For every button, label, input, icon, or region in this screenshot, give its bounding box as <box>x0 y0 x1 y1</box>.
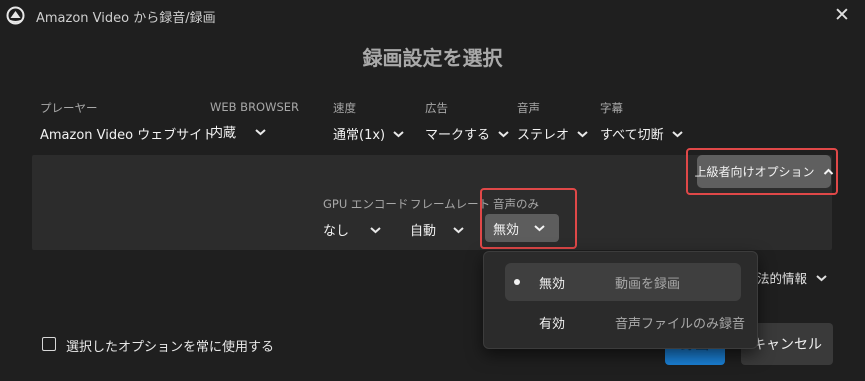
audio-only-select[interactable]: 無効 <box>485 214 559 242</box>
subtitles-select[interactable]: すべて切断 <box>600 124 684 143</box>
speed-select[interactable]: 通常(1x) <box>333 124 405 143</box>
option-ads[interactable]: 広告 マークする <box>425 100 510 143</box>
chevron-down-icon <box>392 130 405 138</box>
close-icon[interactable]: ✕ <box>830 3 854 27</box>
audio-only-dropdown: 無効 動画を録画 有効 音声ファイルのみ録音 <box>483 251 758 349</box>
chevron-down-icon <box>671 130 684 138</box>
option-label: 広告 <box>425 101 448 115</box>
option-web-browser[interactable]: WEB BROWSER 内蔵 <box>210 100 299 141</box>
audio-only-label: 音声のみ <box>493 197 539 211</box>
cancel-label: キャンセル <box>752 337 822 353</box>
selected-dot-icon <box>514 279 520 285</box>
chevron-down-icon <box>452 226 465 234</box>
chevron-down-icon <box>815 274 828 282</box>
dropdown-item-label: 無効 <box>539 276 566 292</box>
select-value: 内蔵 <box>210 126 237 141</box>
dropdown-item-enabled[interactable]: 有効 音声ファイルのみ録音 <box>505 303 745 341</box>
toggle-label: 上級者向けオプション <box>694 165 815 179</box>
chevron-down-icon <box>576 130 589 138</box>
legal-info-toggle[interactable]: 法的情報 <box>757 268 828 287</box>
chevron-down-icon <box>254 128 267 136</box>
option-label: GPU エンコード <box>323 197 409 211</box>
audio-select[interactable]: ステレオ <box>517 124 589 143</box>
option-speed[interactable]: 速度 通常(1x) <box>333 100 405 143</box>
option-audio[interactable]: 音声 ステレオ <box>517 100 589 143</box>
option-frame-rate[interactable]: フレームレート 自動 <box>410 196 490 239</box>
dropdown-item-description: 動画を録画 <box>615 276 681 292</box>
title-bar: Amazon Video から録音/録画 ✕ <box>0 0 865 32</box>
option-label: プレーヤー <box>40 101 98 115</box>
amazon-logo-icon <box>6 6 25 25</box>
dropdown-item-label: 有効 <box>539 316 566 332</box>
select-value: すべて切断 <box>600 128 664 143</box>
dialog-heading: 録画設定を選択 <box>362 46 503 70</box>
web-browser-select[interactable]: 内蔵 <box>210 122 299 141</box>
remember-options-label[interactable]: 選択したオプションを常に使用する <box>66 336 274 355</box>
option-label: 音声 <box>517 101 540 115</box>
option-subtitles[interactable]: 字幕 すべて切断 <box>600 100 684 143</box>
chevron-down-icon <box>369 226 382 234</box>
select-value: 通常(1x) <box>333 128 386 143</box>
dropdown-item-description: 音声ファイルのみ録音 <box>615 316 746 332</box>
option-label: WEB BROWSER <box>210 100 300 114</box>
ads-select[interactable]: マークする <box>425 124 510 143</box>
window-title: Amazon Video から録音/録画 <box>36 11 216 26</box>
option-label: フレームレート <box>410 197 491 211</box>
legal-label: 法的情報 <box>757 271 808 286</box>
chevron-up-icon <box>823 165 834 179</box>
select-value: 無効 <box>493 222 520 238</box>
chevron-down-icon <box>533 224 546 232</box>
frame-rate-select[interactable]: 自動 <box>410 220 490 239</box>
select-value: 自動 <box>410 224 437 239</box>
option-label: 速度 <box>333 101 356 115</box>
select-value: マークする <box>425 128 491 143</box>
advanced-options-toggle[interactable]: 上級者向けオプション <box>694 155 834 188</box>
option-gpu-encode[interactable]: GPU エンコード なし <box>323 196 408 239</box>
option-player: プレーヤー Amazon Video ウェブサイト <box>40 100 215 143</box>
select-value: なし <box>323 224 350 239</box>
dropdown-item-disabled[interactable]: 無効 動画を録画 <box>505 263 741 301</box>
chevron-down-icon <box>497 130 510 138</box>
gpu-encode-select[interactable]: なし <box>323 220 408 239</box>
option-label: 字幕 <box>600 101 623 115</box>
player-value: Amazon Video ウェブサイト <box>40 128 216 143</box>
remember-options-checkbox[interactable] <box>42 337 56 351</box>
select-value: ステレオ <box>517 128 570 143</box>
